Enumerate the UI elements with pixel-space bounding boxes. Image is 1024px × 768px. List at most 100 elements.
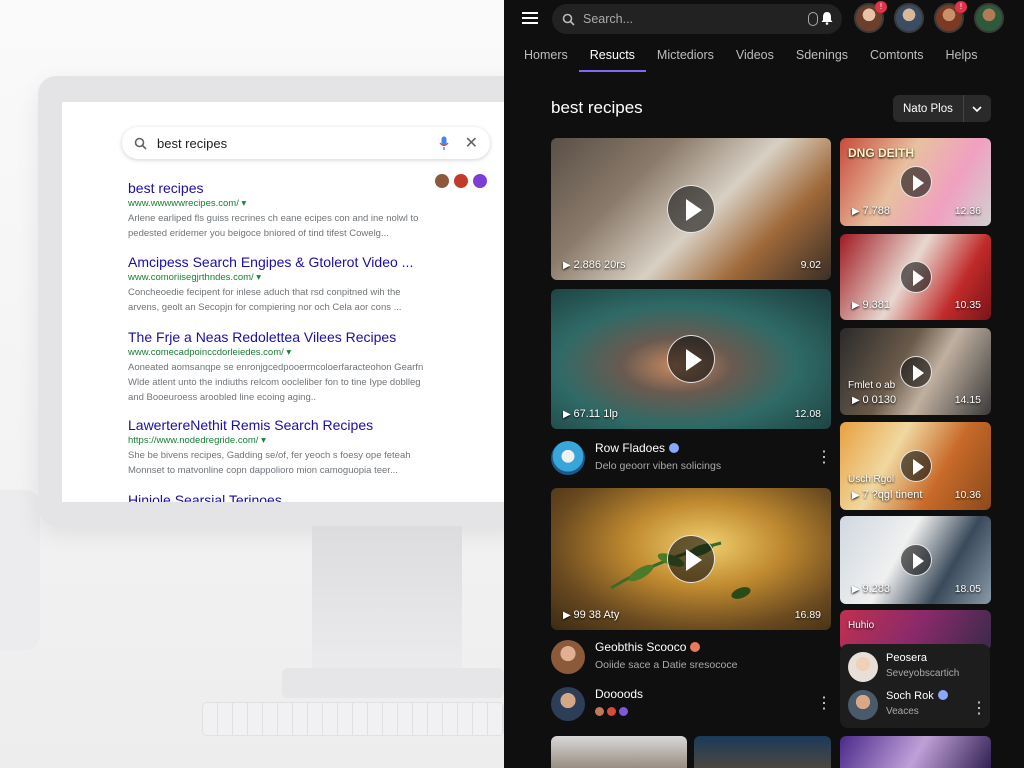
search-result[interactable]: Hiniole Searsial Terinoes: [128, 492, 428, 502]
desk-scene: best recipes ✕ best recipes www.wwwwwrec…: [0, 0, 504, 768]
view-count: 7 ?qgl tinent: [852, 489, 922, 501]
video-thumbnail[interactable]: Fmlet o ab 0 0130 14.15: [840, 328, 991, 415]
more-options-icon[interactable]: [971, 698, 987, 718]
popup-row[interactable]: Soch Rok Veaces: [848, 690, 948, 720]
avatar[interactable]: !: [854, 1, 887, 33]
popup-row[interactable]: Peosera Seveyobscartich: [848, 652, 959, 682]
channel-avatar[interactable]: [551, 640, 585, 674]
tab-homers[interactable]: Homers: [513, 40, 579, 72]
notification-badge: !: [875, 1, 887, 13]
play-icon[interactable]: [899, 544, 932, 576]
channel-name[interactable]: Geobthis Scooco: [595, 640, 737, 654]
channel-name[interactable]: Peosera: [886, 652, 959, 664]
search-input[interactable]: best recipes ✕: [122, 127, 490, 159]
result-icons: [435, 174, 487, 188]
search-result[interactable]: The Frje a Neas Redolettea Vilees Recipe…: [128, 329, 428, 405]
result-url[interactable]: https://www.nodedregride.com/ ▾: [128, 435, 428, 446]
channel-name[interactable]: Soch Rok: [886, 690, 948, 702]
thumbnail-caption: Fmlet o ab: [848, 380, 896, 391]
mic-icon[interactable]: [439, 136, 449, 151]
play-icon[interactable]: [667, 335, 715, 383]
result-url[interactable]: www.wwwwwrecipes.com/ ▾: [128, 198, 428, 209]
channel-avatar[interactable]: [551, 441, 585, 475]
tab-comtonts[interactable]: Comtonts: [859, 40, 935, 72]
clear-icon[interactable]: ✕: [465, 133, 478, 153]
section-title: best recipes: [551, 98, 643, 117]
video-thumbnail[interactable]: [840, 736, 991, 768]
chevron-down-icon[interactable]: [962, 95, 991, 122]
result-title[interactable]: The Frje a Neas Redolettea Vilees Recipe…: [128, 329, 428, 345]
view-count: 0 0130: [852, 394, 896, 406]
play-icon[interactable]: [667, 185, 715, 233]
video-duration: 12.08: [794, 408, 821, 420]
video-subtitle: Delo geoorr viben solicings: [595, 460, 722, 472]
view-count: 9.381: [852, 299, 890, 311]
video-thumbnail[interactable]: 67.11 1lp 12.08: [551, 289, 831, 429]
video-thumbnail[interactable]: [694, 736, 831, 768]
result-title[interactable]: best recipes: [128, 180, 428, 196]
result-url[interactable]: www.comecadpoinccdorleiedes.com/ ▾: [128, 347, 428, 358]
video-duration: 16.89: [794, 609, 821, 621]
video-thumbnail[interactable]: Usch Rgol 7 ?qgl tinent 10.36: [840, 422, 991, 510]
search-result[interactable]: best recipes www.wwwwwrecipes.com/ ▾ Arl…: [128, 180, 428, 241]
tab-resucts[interactable]: Resucts: [578, 40, 646, 72]
channel-avatar[interactable]: [848, 690, 878, 720]
channel-avatar[interactable]: [848, 652, 878, 682]
account-avatars: ! !: [854, 1, 1004, 33]
play-icon[interactable]: [899, 166, 932, 198]
play-icon[interactable]: [899, 450, 932, 482]
play-icon[interactable]: [667, 535, 715, 583]
verified-icon: [690, 642, 701, 652]
thumbnail-caption: Huhio: [848, 620, 875, 631]
sort-dropdown[interactable]: Nato Plos: [893, 95, 991, 122]
video-thumbnail[interactable]: DNG DEITH 7.788 12.36: [840, 138, 991, 226]
video-duration: 10.36: [954, 489, 981, 501]
video-duration: 10.35: [954, 299, 981, 311]
avatar[interactable]: !: [934, 1, 967, 33]
channel-popup: Peosera Seveyobscartich Soch Rok Veaces: [840, 644, 990, 728]
channel-subtitle: Seveyobscartich: [886, 668, 960, 679]
video-thumbnail[interactable]: 9.283 18.05: [840, 516, 991, 604]
avatar-icon: [435, 174, 449, 188]
search-icon: [562, 13, 575, 26]
reaction-icons: [595, 707, 643, 716]
tab-helps[interactable]: Helps: [935, 40, 989, 72]
view-count: 9.283: [852, 583, 890, 595]
mouse: [98, 704, 172, 728]
result-snippet: Concheoedie fecipent for inlese aduch th…: [128, 287, 402, 313]
more-options-icon[interactable]: [816, 447, 832, 467]
tab-sdenings[interactable]: Sdenings: [785, 40, 859, 72]
play-icon[interactable]: [899, 355, 932, 388]
result-title[interactable]: LawertereNethit Remis Search Recipes: [128, 417, 428, 433]
keyboard: [202, 702, 504, 736]
avatar[interactable]: [974, 3, 1004, 33]
video-duration: 18.05: [954, 583, 981, 595]
result-title[interactable]: Amcipess Search Engipes & Gtolerot Video…: [128, 254, 428, 270]
search-icon: [134, 137, 147, 150]
avatar[interactable]: [894, 3, 924, 33]
search-query: best recipes: [157, 135, 228, 151]
menu-icon[interactable]: [522, 12, 538, 24]
result-title[interactable]: Hiniole Searsial Terinoes: [128, 492, 428, 502]
channel-avatar[interactable]: [551, 687, 585, 721]
channel-name[interactable]: Row Fladoes: [595, 441, 721, 455]
result-url[interactable]: www.comoriisegjrthndes.com/ ▾: [128, 272, 428, 283]
video-thumbnail[interactable]: 9.381 10.35: [840, 234, 991, 320]
result-snippet: Arlene earliped fls guiss recrines ch ea…: [128, 213, 419, 239]
bell-icon[interactable]: [820, 11, 834, 25]
channel-name[interactable]: Doooods: [595, 687, 643, 701]
search-result[interactable]: LawertereNethit Remis Search Recipes htt…: [128, 417, 428, 478]
more-options-icon[interactable]: [816, 693, 832, 713]
video-thumbnail[interactable]: 99 38 Aty 16.89: [551, 488, 831, 630]
mic-icon[interactable]: [808, 12, 818, 26]
tab-videos[interactable]: Videos: [725, 40, 785, 72]
play-icon[interactable]: [899, 261, 932, 293]
verified-icon: [937, 690, 948, 700]
tab-mictediors[interactable]: Mictediors: [646, 40, 725, 72]
video-thumbnail[interactable]: 2.886 20rs 9.02: [551, 138, 831, 280]
video-thumbnail[interactable]: [551, 736, 687, 768]
video-search-input[interactable]: Search...: [552, 4, 842, 34]
search-result[interactable]: Amcipess Search Engipes & Gtolerot Video…: [128, 254, 428, 315]
video-meta: Doooods: [551, 687, 643, 721]
thumbnail-caption: Usch Rgol: [848, 474, 895, 485]
